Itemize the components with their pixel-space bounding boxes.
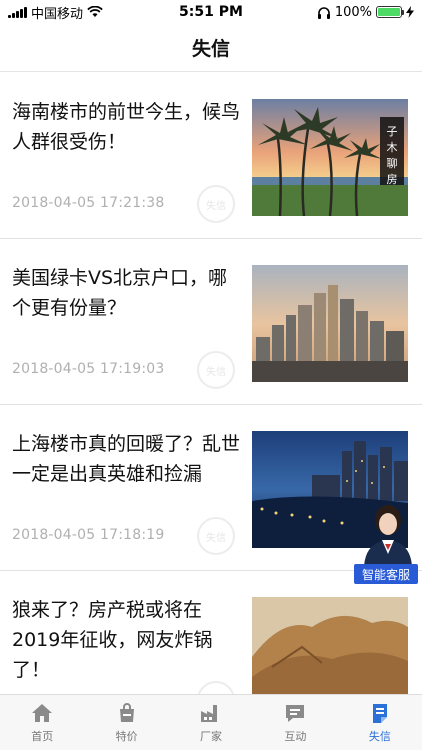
article-time: 2018-04-05 17:21:38 [12, 195, 165, 211]
article-title[interactable]: 上海楼市真的回暖了？乱世一定是出真英雄和捡漏 [12, 429, 244, 489]
document-icon [372, 704, 387, 723]
credit-stamp: 失信 [197, 351, 235, 389]
page-title: 失信 [191, 38, 230, 60]
status-bar: 中国移动 5:51 PM 100% [0, 0, 422, 24]
article-item[interactable]: 海南楼市的前世今生，候鸟人群很受伤！ 2018-04-05 17:21:38 失… [0, 73, 422, 239]
battery-icon [376, 6, 404, 18]
article-feed[interactable]: 海南楼市的前世今生，候鸟人群很受伤！ 2018-04-05 17:21:38 失… [0, 73, 422, 694]
battery-percent: 100% [334, 4, 372, 20]
tab-bar: 首页 特价 厂家 互动 失信 [0, 694, 422, 750]
agent-avatar-icon [364, 505, 412, 566]
home-icon [32, 704, 53, 722]
city-skyline-image [252, 265, 408, 382]
tab-special-offer[interactable]: 特价 [84, 695, 168, 750]
article-title[interactable]: 海南楼市的前世今生，候鸟人群很受伤！ [12, 97, 244, 157]
article-title[interactable]: 美国绿卡VS北京户口，哪个更有份量？ [12, 263, 244, 323]
nav-bar: 失信 [0, 24, 422, 72]
carrier-label: 中国移动 [31, 6, 84, 22]
clock: 5:51 PM [179, 4, 243, 20]
credit-stamp: 失信 [197, 185, 235, 223]
article-item[interactable]: 狼来了？房产税或将在2019年征收，网友炸锅了！ 失信 [0, 571, 422, 694]
bag-icon [119, 703, 134, 722]
article-item[interactable]: 美国绿卡VS北京户口，哪个更有份量？ 2018-04-05 17:19:03 失… [0, 239, 422, 405]
image-watermark-3: 聊 [387, 156, 398, 170]
article-thumbnail[interactable] [252, 265, 408, 382]
tab-home[interactable]: 首页 [0, 695, 84, 750]
article-title[interactable]: 狼来了？房产税或将在2019年征收，网友炸锅了！ [12, 595, 244, 685]
tab-interaction[interactable]: 互动 [253, 695, 337, 750]
mountain-image [252, 597, 408, 694]
customer-service-label[interactable]: 智能客服 [354, 564, 418, 584]
credit-stamp: 失信 [197, 517, 235, 555]
image-watermark-1: 子 [387, 125, 398, 138]
article-thumbnail[interactable] [252, 597, 408, 694]
headphones-icon [317, 6, 330, 19]
tab-label: 互动 [284, 730, 307, 743]
image-watermark-2: 木 [387, 141, 398, 154]
signal-icon [8, 6, 27, 18]
status-left: 中国移动 [8, 3, 158, 22]
article-time: 2018-04-05 17:18:19 [12, 527, 165, 543]
tab-manufacturer[interactable]: 厂家 [169, 695, 253, 750]
article-thumbnail[interactable]: 子 木 聊 房 [252, 99, 408, 216]
tab-label: 首页 [31, 730, 54, 743]
charging-icon [406, 6, 414, 18]
factory-icon [201, 705, 218, 722]
wifi-icon [87, 6, 103, 17]
image-watermark-4: 房 [387, 173, 398, 186]
tab-label: 失信 [368, 730, 391, 743]
palm-beach-image: 子 木 聊 房 [252, 99, 408, 216]
tab-label: 厂家 [200, 730, 223, 743]
status-right: 100% [264, 5, 414, 20]
tab-label: 特价 [115, 730, 138, 743]
chat-icon [286, 705, 305, 722]
tab-discredit[interactable]: 失信 [338, 695, 422, 750]
customer-service-button[interactable]: 智能客服 [354, 500, 418, 584]
article-time: 2018-04-05 17:19:03 [12, 361, 165, 377]
